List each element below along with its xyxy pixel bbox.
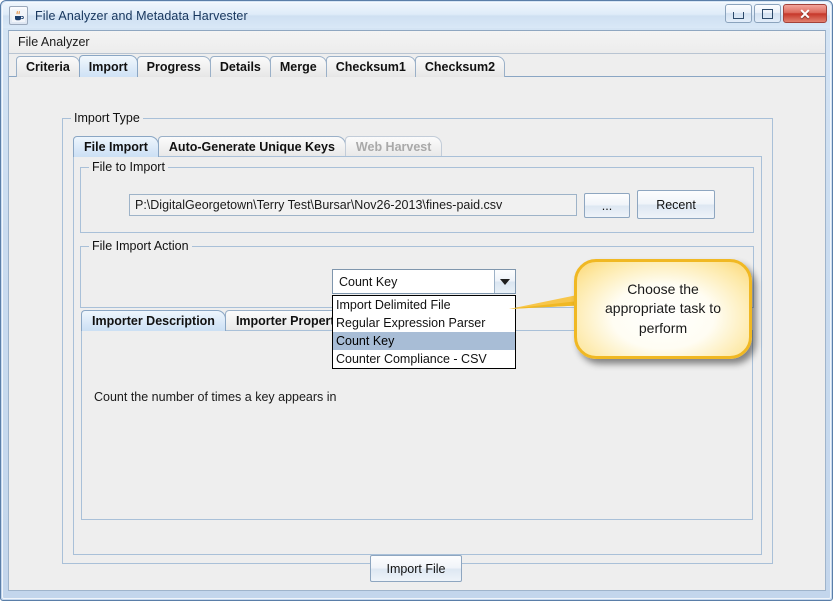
recent-button[interactable]: Recent: [637, 190, 715, 219]
popup-item-count-key[interactable]: Count Key: [333, 332, 515, 350]
tab-label: Importer Description: [92, 314, 215, 328]
minimize-icon: [733, 12, 744, 19]
tab-label: Auto-Generate Unique Keys: [168, 140, 335, 154]
file-to-import-group-title: File to Import: [89, 160, 168, 174]
combobox-popup-list[interactable]: Import Delimited File Regular Expression…: [332, 295, 516, 369]
file-path-field[interactable]: P:\DigitalGeorgetown\Terry Test\Bursar\N…: [129, 194, 577, 216]
tab-label: Details: [219, 60, 261, 74]
popup-item-import-delimited-file[interactable]: Import Delimited File: [333, 296, 515, 314]
tab-progress[interactable]: Progress: [136, 56, 211, 77]
tab-file-import[interactable]: File Import: [73, 136, 159, 157]
tab-label: Web Harvest: [355, 140, 432, 154]
tab-import[interactable]: Import: [78, 55, 138, 77]
tab-label: File Import: [84, 140, 148, 154]
tab-label: Merge: [279, 60, 317, 74]
title-bar[interactable]: File Analyzer and Metadata Harvester ✕: [3, 3, 830, 28]
minimize-button[interactable]: [725, 4, 752, 23]
import-type-group-title: Import Type: [71, 111, 143, 125]
importer-tab-strip: Importer Description Importer Properties: [81, 309, 363, 331]
tab-details[interactable]: Details: [209, 56, 271, 77]
combobox-selected-value: Count Key: [333, 270, 494, 293]
browse-button[interactable]: ...: [584, 193, 630, 218]
combobox-arrow-button[interactable]: [494, 270, 515, 293]
tab-label: Import: [88, 59, 128, 74]
tab-checksum2[interactable]: Checksum2: [414, 56, 506, 77]
tab-web-harvest: Web Harvest: [344, 136, 443, 157]
import-file-button[interactable]: Import File: [370, 555, 462, 582]
window-title: File Analyzer and Metadata Harvester: [35, 8, 248, 23]
tab-auto-generate-unique-keys[interactable]: Auto-Generate Unique Keys: [157, 136, 346, 157]
tab-label: Progress: [146, 60, 201, 74]
close-button[interactable]: ✕: [783, 4, 827, 23]
tab-importer-description[interactable]: Importer Description: [81, 310, 226, 331]
menu-item-file-analyzer[interactable]: File Analyzer: [9, 33, 98, 52]
close-icon: ✕: [799, 5, 811, 22]
import-type-tab-strip: File Import Auto-Generate Unique Keys We…: [73, 135, 443, 157]
client-area: File Analyzer Criteria Import Progress D…: [8, 30, 826, 591]
tab-merge[interactable]: Merge: [269, 56, 327, 77]
callout-text: Choose the appropriate task to perform: [605, 281, 721, 336]
maximize-icon: [762, 8, 773, 19]
popup-item-counter-compliance-csv[interactable]: Counter Compliance - CSV: [333, 350, 515, 368]
file-import-action-combobox[interactable]: Count Key: [332, 269, 516, 294]
tab-label: Criteria: [26, 60, 70, 74]
main-tab-strip: Criteria Import Progress Details Merge C…: [9, 54, 825, 77]
maximize-button[interactable]: [754, 4, 781, 23]
menu-bar: File Analyzer: [9, 31, 825, 54]
file-import-action-group-title: File Import Action: [89, 239, 192, 253]
java-coffee-cup-icon: [9, 6, 28, 25]
tab-checksum1[interactable]: Checksum1: [325, 56, 416, 77]
popup-item-regular-expression-parser[interactable]: Regular Expression Parser: [333, 314, 515, 332]
window-controls: ✕: [723, 4, 827, 23]
callout-bubble: Choose the appropriate task to perform: [574, 259, 752, 359]
application-window: File Analyzer and Metadata Harvester ✕ F…: [0, 0, 833, 601]
importer-description-text: Count the number of times a key appears …: [94, 390, 337, 404]
tab-label: Checksum2: [424, 60, 496, 74]
tab-label: Checksum1: [335, 60, 406, 74]
chevron-down-icon: [500, 278, 510, 285]
tab-criteria[interactable]: Criteria: [16, 56, 80, 77]
